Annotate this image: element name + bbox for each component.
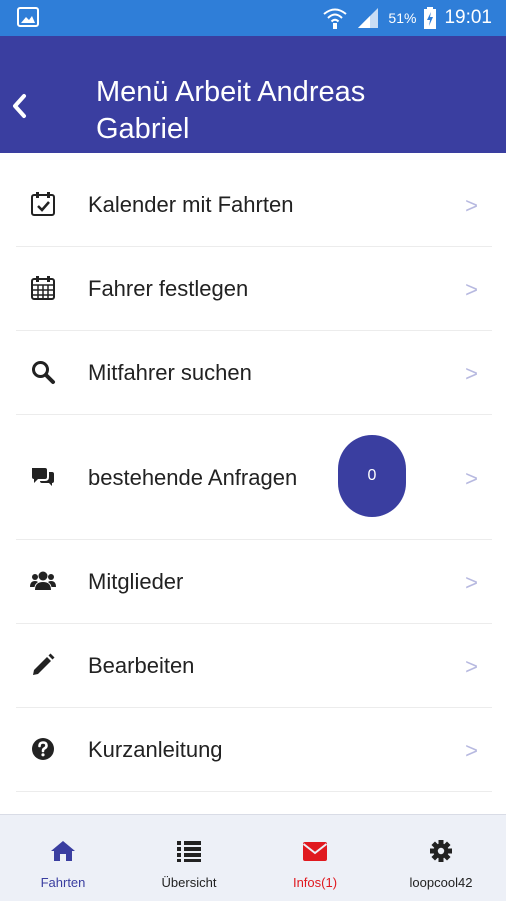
chevron-right-icon: > xyxy=(465,361,478,386)
tab-label: Fahrten xyxy=(40,875,86,890)
battery-percentage: 51% xyxy=(388,10,417,26)
users-icon xyxy=(30,571,56,590)
tab-fahrten[interactable]: Fahrten xyxy=(0,815,126,901)
request-count-badge: 0 xyxy=(338,435,406,517)
bottom-tab-bar: Fahrten Übersicht Infos(1) loopcool42 xyxy=(0,814,506,901)
menu-item-label: bestehende Anfragen xyxy=(88,465,298,490)
menu-item-fahrer-festlegen[interactable]: Fahrer festlegen > xyxy=(16,247,492,331)
page-title-line2: Gabriel xyxy=(96,113,190,145)
menu-item-label: Bearbeiten xyxy=(88,653,195,678)
status-bar: 51% 19:01 xyxy=(0,0,506,36)
menu-item-label: Fahrer festlegen xyxy=(88,276,249,301)
chevron-right-icon: > xyxy=(465,193,478,218)
gallery-icon xyxy=(17,7,39,27)
battery-icon xyxy=(424,7,437,29)
comments-icon xyxy=(32,468,54,486)
menu-list: Kalender mit Fahrten > Fahrer festlegen … xyxy=(0,153,506,813)
question-circle-icon xyxy=(32,738,54,760)
chevron-right-icon: > xyxy=(465,570,478,595)
menu-item-bearbeiten[interactable]: Bearbeiten > xyxy=(16,624,492,708)
app-bar: Menü Arbeit Andreas Gabriel xyxy=(0,36,506,153)
page-title: Menü Arbeit Andreas Gabriel xyxy=(96,74,476,148)
back-chevron-icon[interactable] xyxy=(8,92,32,120)
menu-item-label: Kurzanleitung xyxy=(88,737,223,762)
menu-item-mitglieder[interactable]: Mitglieder > xyxy=(16,540,492,624)
chevron-right-icon: > xyxy=(465,738,478,763)
wifi-icon xyxy=(323,8,348,29)
menu-item-mitfahrer-suchen[interactable]: Mitfahrer suchen > xyxy=(16,331,492,415)
badge-count: 0 xyxy=(367,467,377,484)
menu-item-label: Mitglieder xyxy=(88,569,184,594)
tab-infos[interactable]: Infos(1) xyxy=(252,815,378,901)
tab-label: Übersicht xyxy=(161,875,217,890)
gear-icon xyxy=(430,840,452,862)
calendar-icon xyxy=(31,276,55,300)
page-title-line1: Menü Arbeit Andreas xyxy=(96,76,366,108)
clock: 19:01 xyxy=(444,7,492,28)
tab-label: Infos(1) xyxy=(292,875,338,890)
menu-item-label: Kalender mit Fahrten xyxy=(88,192,294,217)
search-icon xyxy=(32,361,55,384)
menu-item-kurzanleitung[interactable]: Kurzanleitung > xyxy=(16,708,492,792)
list-icon xyxy=(177,841,201,862)
tab-label: loopcool42 xyxy=(409,875,473,890)
signal-icon xyxy=(358,8,379,28)
menu-item-kalender[interactable]: Kalender mit Fahrten > xyxy=(16,163,492,247)
menu-item-label: Mitfahrer suchen xyxy=(88,360,252,385)
menu-item-bestehende-anfragen[interactable]: bestehende Anfragen 0 > xyxy=(16,415,492,540)
tab-uebersicht[interactable]: Übersicht xyxy=(126,815,252,901)
tab-profile[interactable]: loopcool42 xyxy=(378,815,504,901)
chevron-right-icon: > xyxy=(465,654,478,679)
envelope-icon xyxy=(302,842,328,861)
calendar-check-icon xyxy=(31,192,55,216)
pencil-icon xyxy=(33,653,55,675)
home-icon xyxy=(51,841,75,861)
chevron-right-icon: > xyxy=(465,466,478,491)
chevron-right-icon: > xyxy=(465,277,478,302)
